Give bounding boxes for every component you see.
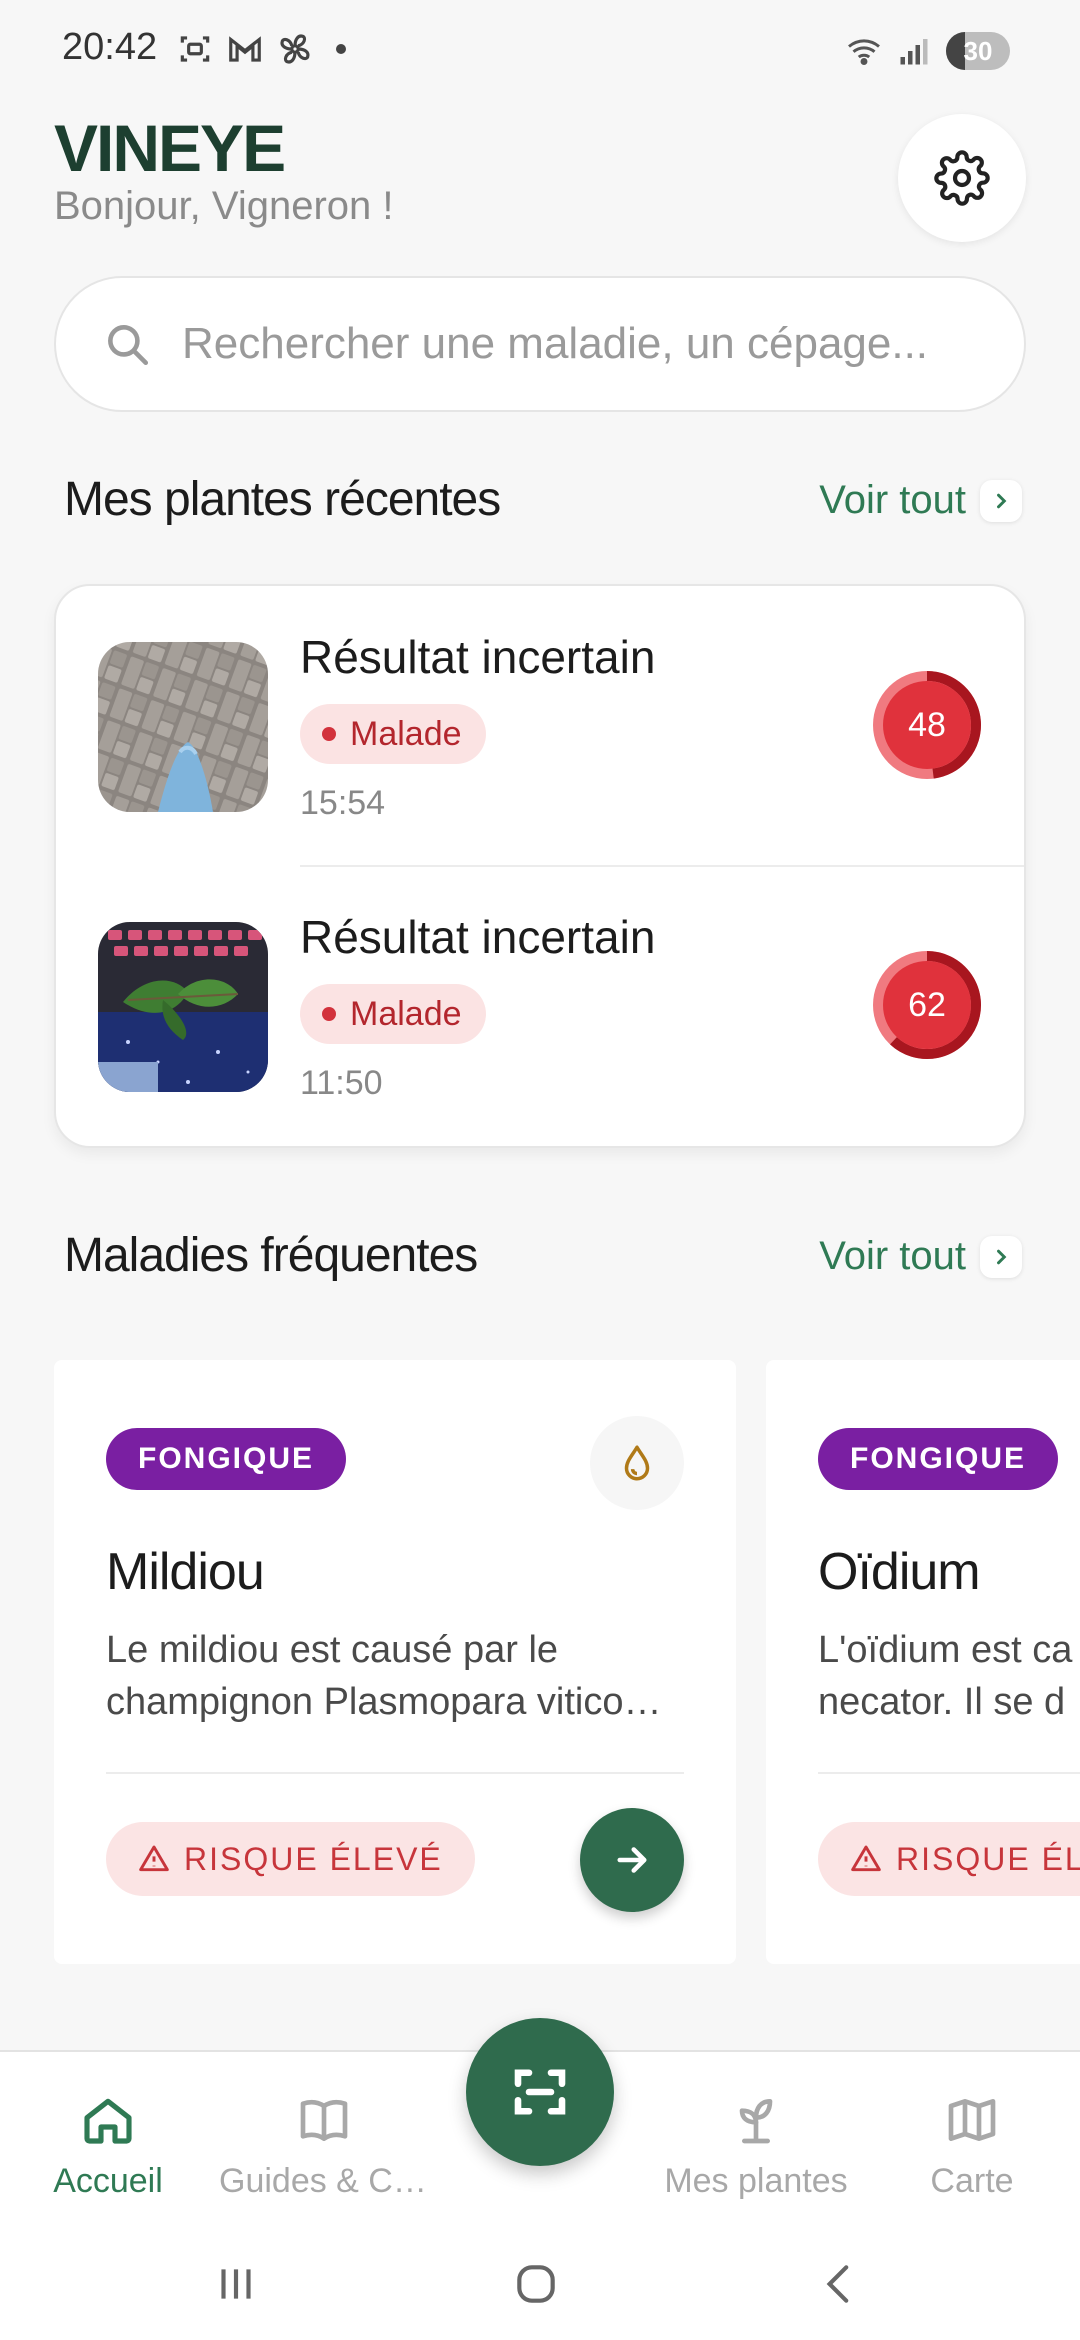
disease-description-line: necator. Il se d [818, 1681, 1066, 1723]
risk-label: RISQUE ÉLEVÉ [184, 1840, 443, 1877]
back-icon [826, 2265, 849, 2303]
see-all-label: Voir tout [819, 478, 966, 522]
chevron-right-icon [980, 1235, 1022, 1278]
gear-icon [934, 150, 990, 206]
disease-card[interactable]: FONGIQUE Mildiou Le mildiou est causé pa… [54, 1360, 736, 1964]
recent-apps-button[interactable] [206, 2254, 266, 2314]
arrow-right-icon [617, 1847, 647, 1873]
risk-label: RISQUE ÉLE [896, 1840, 1080, 1877]
more-notifications-dot [336, 44, 346, 54]
warning-icon [139, 1845, 169, 1872]
recent-plants-title: Mes plantes récentes [64, 473, 501, 526]
score-value: 48 [908, 706, 946, 744]
water-drop-icon [624, 1445, 650, 1481]
disease-description-line: Le mildiou est causé par le [106, 1629, 559, 1671]
nav-label: Accueil [53, 2162, 163, 2200]
disease-description: Le mildiou est causé par le champignon P… [106, 1624, 696, 1728]
sprout-icon [739, 2099, 773, 2144]
status-badge: Malade [300, 704, 486, 764]
disease-name: Oïdium [818, 1543, 981, 1601]
plant-row[interactable]: Résultat incertain Malade 11:50 62 [56, 866, 1024, 1146]
search-input[interactable] [182, 319, 1002, 369]
system-nav-bar [0, 2230, 1080, 2340]
disease-description: L'oïdium est ca necator. Il se d [818, 1624, 1080, 1728]
recent-apps-icon [221, 2269, 251, 2299]
status-time: 20:42 [62, 26, 158, 68]
notification-icons [176, 30, 346, 68]
status-dot [322, 727, 336, 741]
fan-icon [280, 34, 310, 64]
plant-result-title: Résultat incertain [300, 911, 656, 963]
search-bar[interactable] [54, 276, 1026, 412]
nav-item-guides[interactable]: Guides & Co... [216, 2092, 432, 2201]
card-divider [818, 1772, 1080, 1774]
status-label: Malade [350, 714, 462, 753]
book-icon [300, 2099, 348, 2141]
settings-button[interactable] [898, 114, 1026, 242]
nav-label: Guides & Co... [219, 2162, 429, 2200]
status-dot [322, 1007, 336, 1021]
nav-label: Carte [930, 2162, 1014, 2200]
score-ring: 62 [873, 951, 981, 1059]
diseases-see-all-link[interactable]: Voir tout [819, 1234, 1022, 1279]
plant-time: 11:50 [300, 1064, 383, 1102]
recent-see-all-link[interactable]: Voir tout [819, 478, 1022, 523]
open-disease-button[interactable] [580, 1808, 684, 1912]
chevron-right-icon [980, 479, 1022, 522]
signal-icon [900, 39, 928, 65]
nav-item-home[interactable]: Accueil [0, 2092, 216, 2201]
disease-name: Mildiou [106, 1543, 265, 1601]
plant-row[interactable]: Résultat incertain Malade 15:54 48 [56, 586, 1024, 867]
scan-icon [514, 2069, 566, 2115]
plant-thumbnail [98, 922, 268, 1092]
warning-icon [851, 1845, 881, 1872]
screenshot-icon [180, 36, 210, 62]
disease-description-line: champignon Plasmopara vitico… [106, 1681, 662, 1723]
nav-item-map[interactable]: Carte [864, 2092, 1080, 2201]
home-circle-icon [517, 2265, 555, 2303]
risk-badge: RISQUE ÉLEVÉ [106, 1822, 475, 1896]
back-button[interactable] [810, 2254, 870, 2314]
gmail-icon [229, 36, 261, 62]
map-icon [948, 2099, 996, 2141]
home-system-button[interactable] [506, 2254, 566, 2314]
battery-icon: 30 [946, 32, 1010, 70]
battery-level: 30 [963, 35, 993, 66]
status-badge: Malade [300, 984, 486, 1044]
status-bar: 20:42 30 [0, 0, 1080, 100]
recent-plants-card: Résultat incertain Malade 15:54 48 Résul… [54, 584, 1026, 1148]
plant-time: 15:54 [300, 784, 386, 822]
plant-result-title: Résultat incertain [300, 631, 656, 683]
score-value: 62 [908, 986, 946, 1024]
plant-thumbnail [98, 642, 268, 812]
greeting: Bonjour, Vigneron ! [54, 184, 394, 228]
humidity-button[interactable] [590, 1416, 684, 1510]
nav-label: Mes plantes [664, 2162, 848, 2200]
diseases-title: Maladies fréquentes [64, 1229, 478, 1282]
system-icons: 30 [846, 32, 1010, 70]
wifi-icon [848, 39, 880, 65]
nav-item-my-plants[interactable]: Mes plantes [648, 2092, 864, 2201]
disease-card[interactable]: FONGIQUE Oïdium L'oïdium est ca necator.… [766, 1360, 1080, 1964]
risk-badge: RISQUE ÉLE [818, 1822, 1080, 1896]
status-label: Malade [350, 994, 462, 1033]
card-divider [106, 1772, 684, 1774]
see-all-label: Voir tout [819, 1234, 966, 1278]
disease-type-badge: FONGIQUE [818, 1428, 1059, 1490]
scan-button[interactable] [466, 2018, 614, 2166]
home-icon [84, 2098, 132, 2144]
app-title: VINEYE [54, 111, 286, 185]
disease-description-line: L'oïdium est ca [818, 1629, 1073, 1671]
score-ring: 48 [873, 671, 981, 779]
disease-type-badge: FONGIQUE [106, 1428, 347, 1490]
search-icon [108, 325, 149, 366]
